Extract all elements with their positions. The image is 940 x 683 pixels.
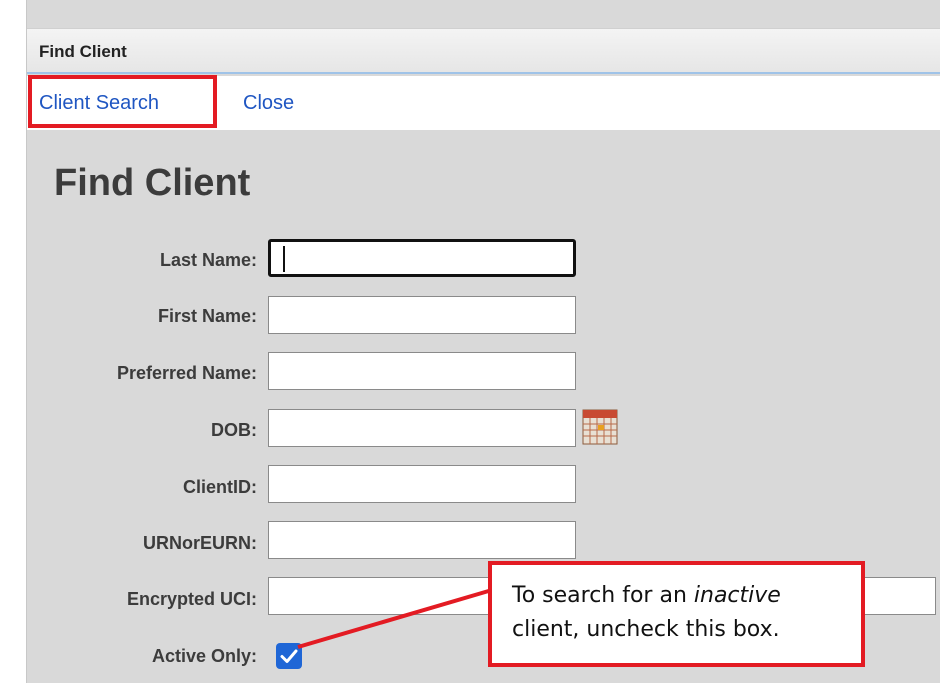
annotation-callout: To search for an inactive client, unchec… xyxy=(488,561,865,667)
callout-text-emphasis: inactive xyxy=(693,583,781,608)
callout-text-start: To search for an xyxy=(512,583,694,608)
callout-text-end: client, uncheck this box. xyxy=(512,617,780,642)
